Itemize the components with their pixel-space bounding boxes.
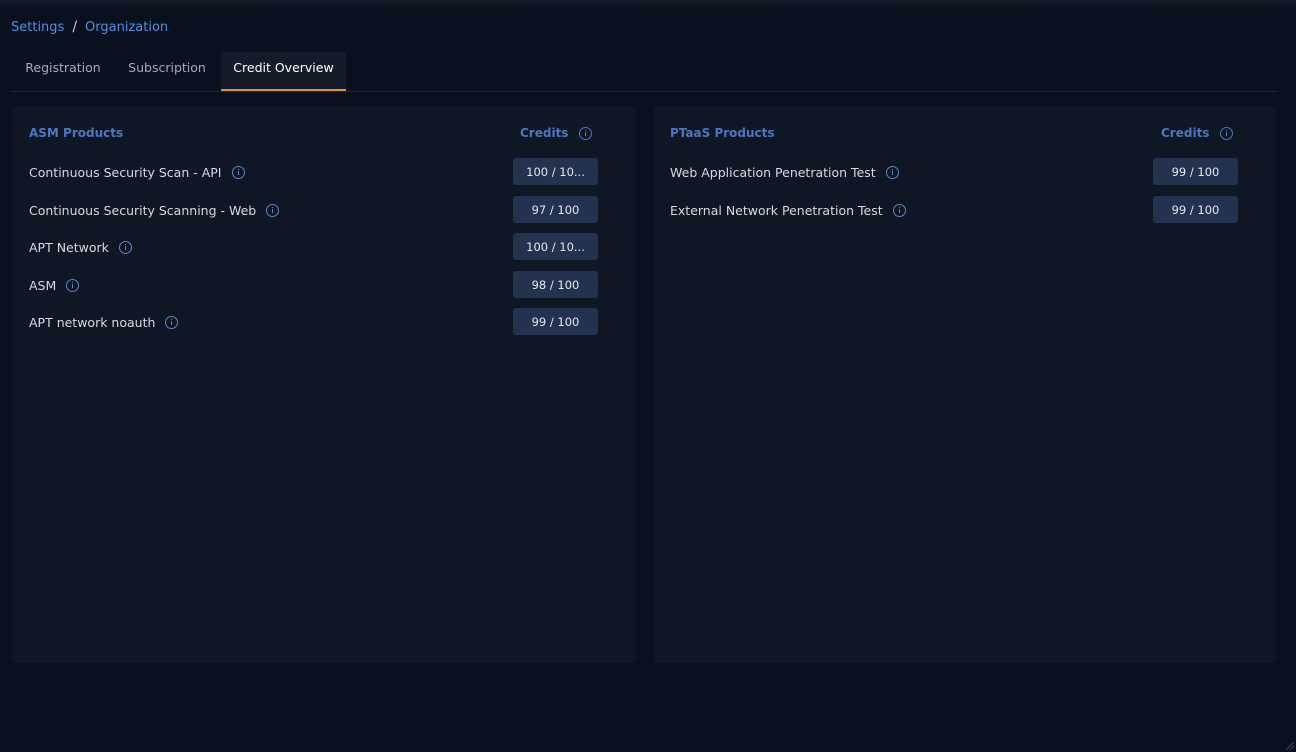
ptaas-row-external-network-penetration-test: External Network Penetration Test 99 / 1… [654, 196, 1276, 224]
info-icon[interactable] [66, 278, 80, 292]
resize-grip-icon[interactable] [1286, 742, 1294, 750]
ptaas-credits-label: Credits [1161, 126, 1210, 140]
tab-bar: Registration Subscription Credit Overvie… [11, 52, 1276, 92]
asm-row-apt-network-noauth: APT network noauth 99 / 100 [12, 308, 636, 336]
row-label: ASM [29, 271, 80, 299]
tab-subscription[interactable]: Subscription [116, 52, 218, 90]
info-icon[interactable] [266, 203, 280, 217]
info-icon[interactable] [1220, 126, 1234, 140]
asm-row-continuous-security-scanning-web: Continuous Security Scanning - Web 97 / … [12, 196, 636, 224]
top-shade [0, 0, 1296, 10]
ptaas-row-web-application-penetration-test: Web Application Penetration Test 99 / 10… [654, 158, 1276, 186]
ptaas-credits-header: Credits [1161, 126, 1234, 140]
tab-registration[interactable]: Registration [11, 52, 115, 90]
product-name: APT Network [29, 239, 109, 255]
breadcrumb-organization[interactable]: Organization [85, 20, 168, 35]
product-name: External Network Penetration Test [670, 202, 883, 218]
row-label: APT network noauth [29, 308, 179, 336]
asm-products-panel: ASM Products Credits Continuous Security… [12, 106, 636, 663]
ptaas-panel-title: PTaaS Products [670, 126, 775, 140]
credits-badge: 99 / 100 [513, 308, 598, 335]
info-icon[interactable] [579, 126, 593, 140]
info-icon[interactable] [165, 315, 179, 329]
row-label: APT Network [29, 233, 132, 261]
tab-credit-overview[interactable]: Credit Overview [221, 52, 346, 91]
product-name: Web Application Penetration Test [670, 164, 876, 180]
info-icon[interactable] [118, 240, 132, 254]
product-name: Continuous Security Scan - API [29, 164, 222, 180]
product-name: ASM [29, 277, 57, 293]
asm-panel-title: ASM Products [29, 126, 124, 140]
credits-badge: 97 / 100 [513, 196, 598, 223]
asm-row-asm: ASM 98 / 100 [12, 271, 636, 299]
row-label: Continuous Security Scan - API [29, 158, 245, 186]
info-icon[interactable] [231, 165, 245, 179]
asm-row-continuous-security-scan-api: Continuous Security Scan - API 100 / 10.… [12, 158, 636, 186]
product-name: APT network noauth [29, 314, 156, 330]
row-label: External Network Penetration Test [670, 196, 906, 224]
row-label: Web Application Penetration Test [670, 158, 899, 186]
credits-badge: 99 / 100 [1153, 196, 1238, 223]
credits-badge: 100 / 10... [513, 233, 598, 260]
info-icon[interactable] [885, 165, 899, 179]
ptaas-products-panel: PTaaS Products Credits Web Application P… [654, 106, 1276, 663]
product-name: Continuous Security Scanning - Web [29, 202, 257, 218]
credits-badge: 100 / 10... [513, 158, 598, 185]
credits-badge: 99 / 100 [1153, 158, 1238, 185]
breadcrumb-separator: / [72, 19, 78, 35]
info-icon[interactable] [892, 203, 906, 217]
credits-badge: 98 / 100 [513, 271, 598, 298]
asm-credits-label: Credits [520, 126, 569, 140]
asm-credits-header: Credits [520, 126, 593, 140]
breadcrumb-settings[interactable]: Settings [11, 20, 64, 35]
row-label: Continuous Security Scanning - Web [29, 196, 280, 224]
asm-row-apt-network: APT Network 100 / 10... [12, 233, 636, 261]
breadcrumb: Settings / Organization [11, 18, 168, 36]
